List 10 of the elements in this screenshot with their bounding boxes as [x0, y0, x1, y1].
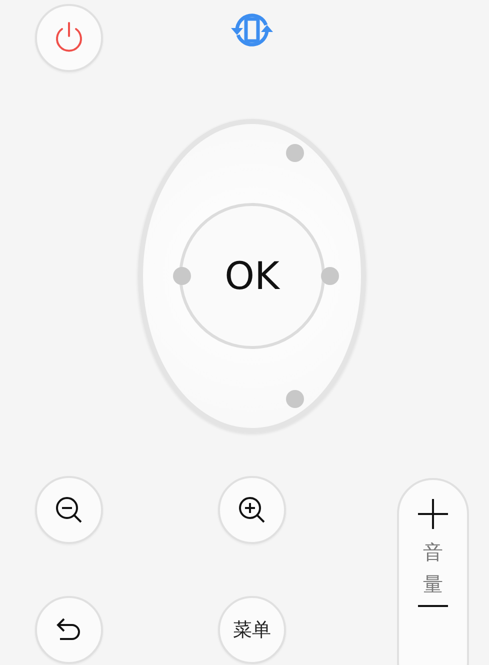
volume-label: 音量 — [423, 539, 443, 598]
menu-button[interactable]: 菜单 — [218, 596, 286, 664]
plus-icon — [417, 498, 449, 530]
volume-down-button[interactable] — [417, 604, 449, 608]
zoom-out-icon — [54, 495, 84, 525]
zoom-in-icon — [237, 495, 267, 525]
back-arrow-icon — [55, 617, 83, 643]
minus-icon — [417, 604, 449, 608]
volume-up-button[interactable] — [417, 498, 449, 530]
ok-button[interactable]: OK — [179, 203, 325, 349]
